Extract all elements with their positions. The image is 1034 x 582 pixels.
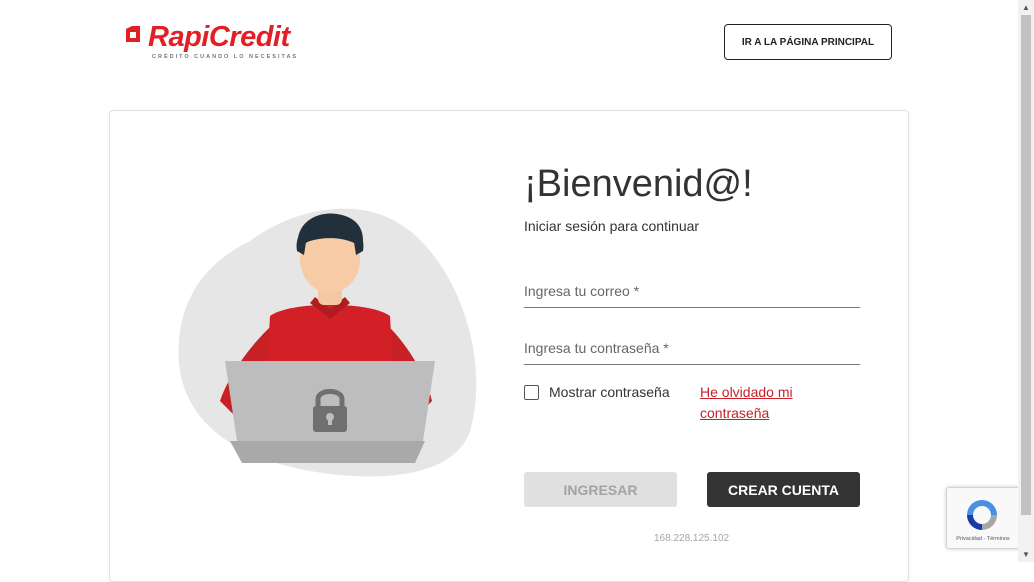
email-field-wrapper bbox=[524, 275, 860, 308]
login-button[interactable]: INGRESAR bbox=[524, 472, 677, 507]
scroll-up-arrow-icon[interactable]: ▲ bbox=[1018, 0, 1034, 15]
user-laptop-illustration bbox=[178, 208, 477, 477]
logo-tagline: CRÉDITO CUANDO LO NECESITAS bbox=[152, 54, 299, 60]
ip-address-text: 168.228.125.102 bbox=[654, 533, 730, 544]
login-subtitle: Iniciar sesión para continuar bbox=[524, 218, 700, 234]
scroll-down-arrow-icon[interactable]: ▼ bbox=[1018, 547, 1034, 562]
create-account-button[interactable]: CREAR CUENTA bbox=[707, 472, 860, 507]
show-password-checkbox[interactable] bbox=[524, 384, 539, 400]
login-card: ¡Bienvenid@! Iniciar sesión para continu… bbox=[109, 110, 909, 582]
show-password-row[interactable]: Mostrar contraseña bbox=[524, 384, 670, 400]
forgot-password-link[interactable]: He olvidado mi contraseña bbox=[700, 382, 810, 424]
logo-mark-icon bbox=[126, 26, 140, 42]
page-scrollbar[interactable]: ▲ ▼ bbox=[1018, 0, 1034, 562]
logo-text: RapiCredit bbox=[148, 21, 290, 53]
recaptcha-footer-text[interactable]: Privacidad - Términos bbox=[947, 536, 1019, 542]
password-input[interactable] bbox=[524, 332, 860, 364]
email-input[interactable] bbox=[524, 275, 860, 307]
show-password-label[interactable]: Mostrar contraseña bbox=[549, 384, 670, 400]
rapicredit-logo[interactable]: RapiCredit CRÉDITO CUANDO LO NECESITAS bbox=[124, 20, 296, 66]
recaptcha-badge[interactable]: Privacidad - Términos bbox=[946, 487, 1020, 549]
laptop-base bbox=[230, 441, 425, 463]
recaptcha-icon bbox=[967, 500, 997, 530]
welcome-title: ¡Bienvenid@! bbox=[524, 163, 753, 205]
password-field-wrapper bbox=[524, 332, 860, 365]
go-to-home-button[interactable]: IR A LA PÁGINA PRINCIPAL bbox=[724, 24, 892, 60]
scroll-thumb[interactable] bbox=[1021, 15, 1031, 515]
header: RapiCredit CRÉDITO CUANDO LO NECESITAS I… bbox=[0, 0, 1018, 100]
